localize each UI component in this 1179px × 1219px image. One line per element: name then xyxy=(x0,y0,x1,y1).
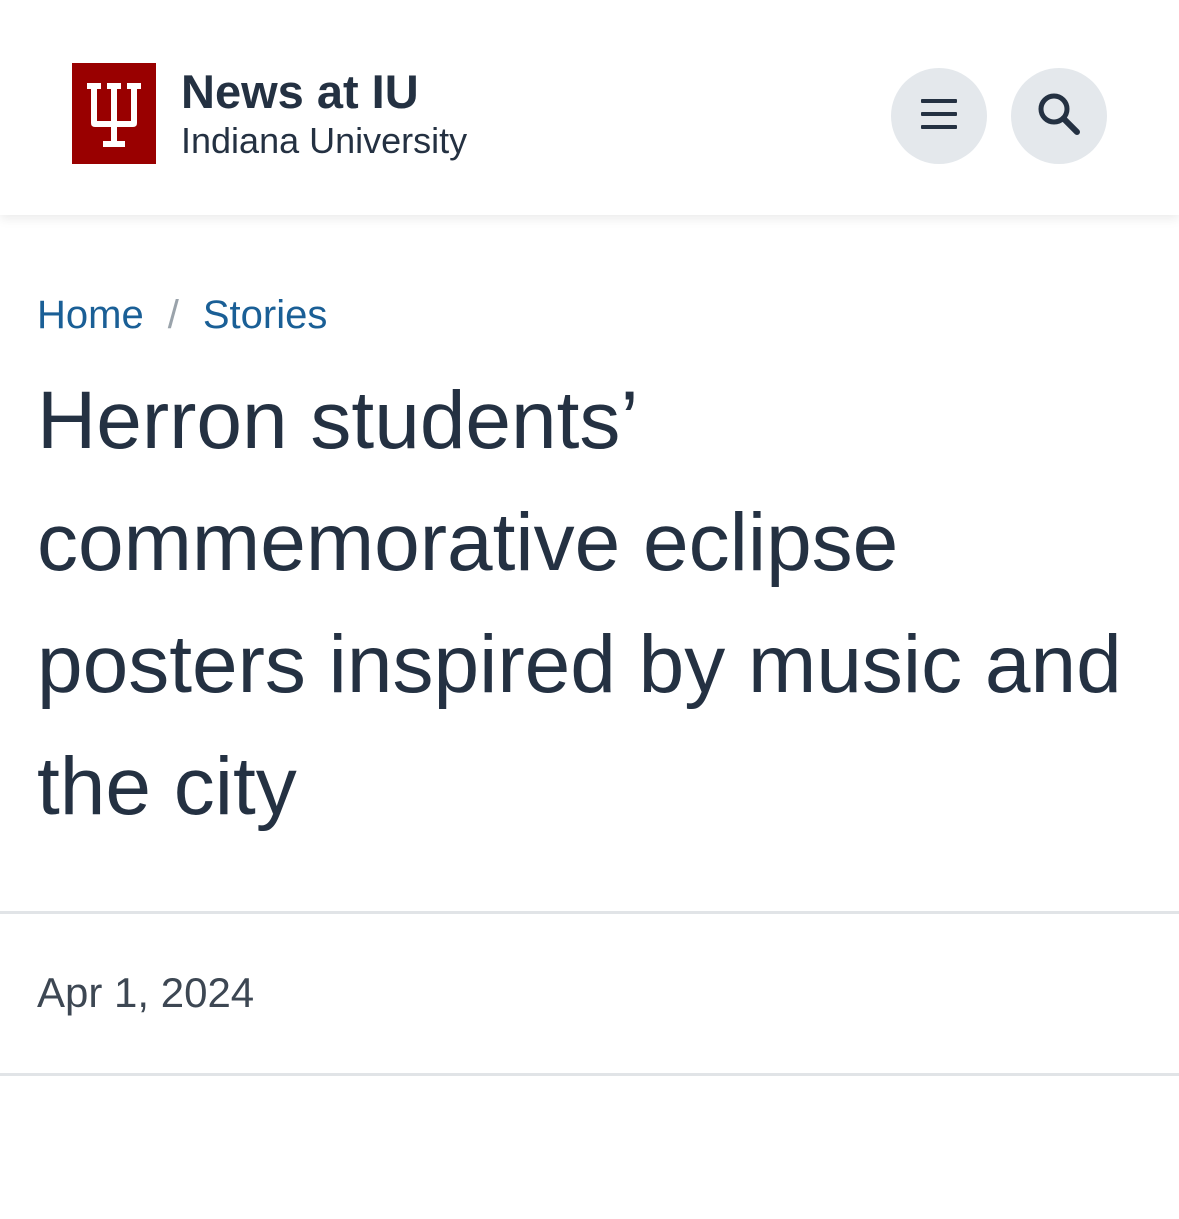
search-button[interactable] xyxy=(1011,68,1107,164)
breadcrumb-home-link[interactable]: Home xyxy=(37,293,144,337)
iu-trident-logo[interactable] xyxy=(72,63,156,164)
article-title: Herron students’ commemorative eclipse p… xyxy=(37,375,1122,832)
menu-button[interactable] xyxy=(891,68,987,164)
breadcrumb: Home / Stories xyxy=(37,290,327,340)
breadcrumb-separator: / xyxy=(167,293,179,337)
site-subtitle: Indiana University xyxy=(181,120,468,161)
hamburger-menu-icon xyxy=(919,97,959,136)
search-icon xyxy=(1035,90,1083,143)
divider xyxy=(0,911,1179,914)
article-date: Apr 1, 2024 xyxy=(37,969,255,1016)
site-title[interactable]: News at IU xyxy=(181,64,419,120)
site-header: News at IU Indiana University xyxy=(0,0,1179,215)
divider xyxy=(0,1073,1179,1076)
breadcrumb-stories-link[interactable]: Stories xyxy=(203,293,328,337)
